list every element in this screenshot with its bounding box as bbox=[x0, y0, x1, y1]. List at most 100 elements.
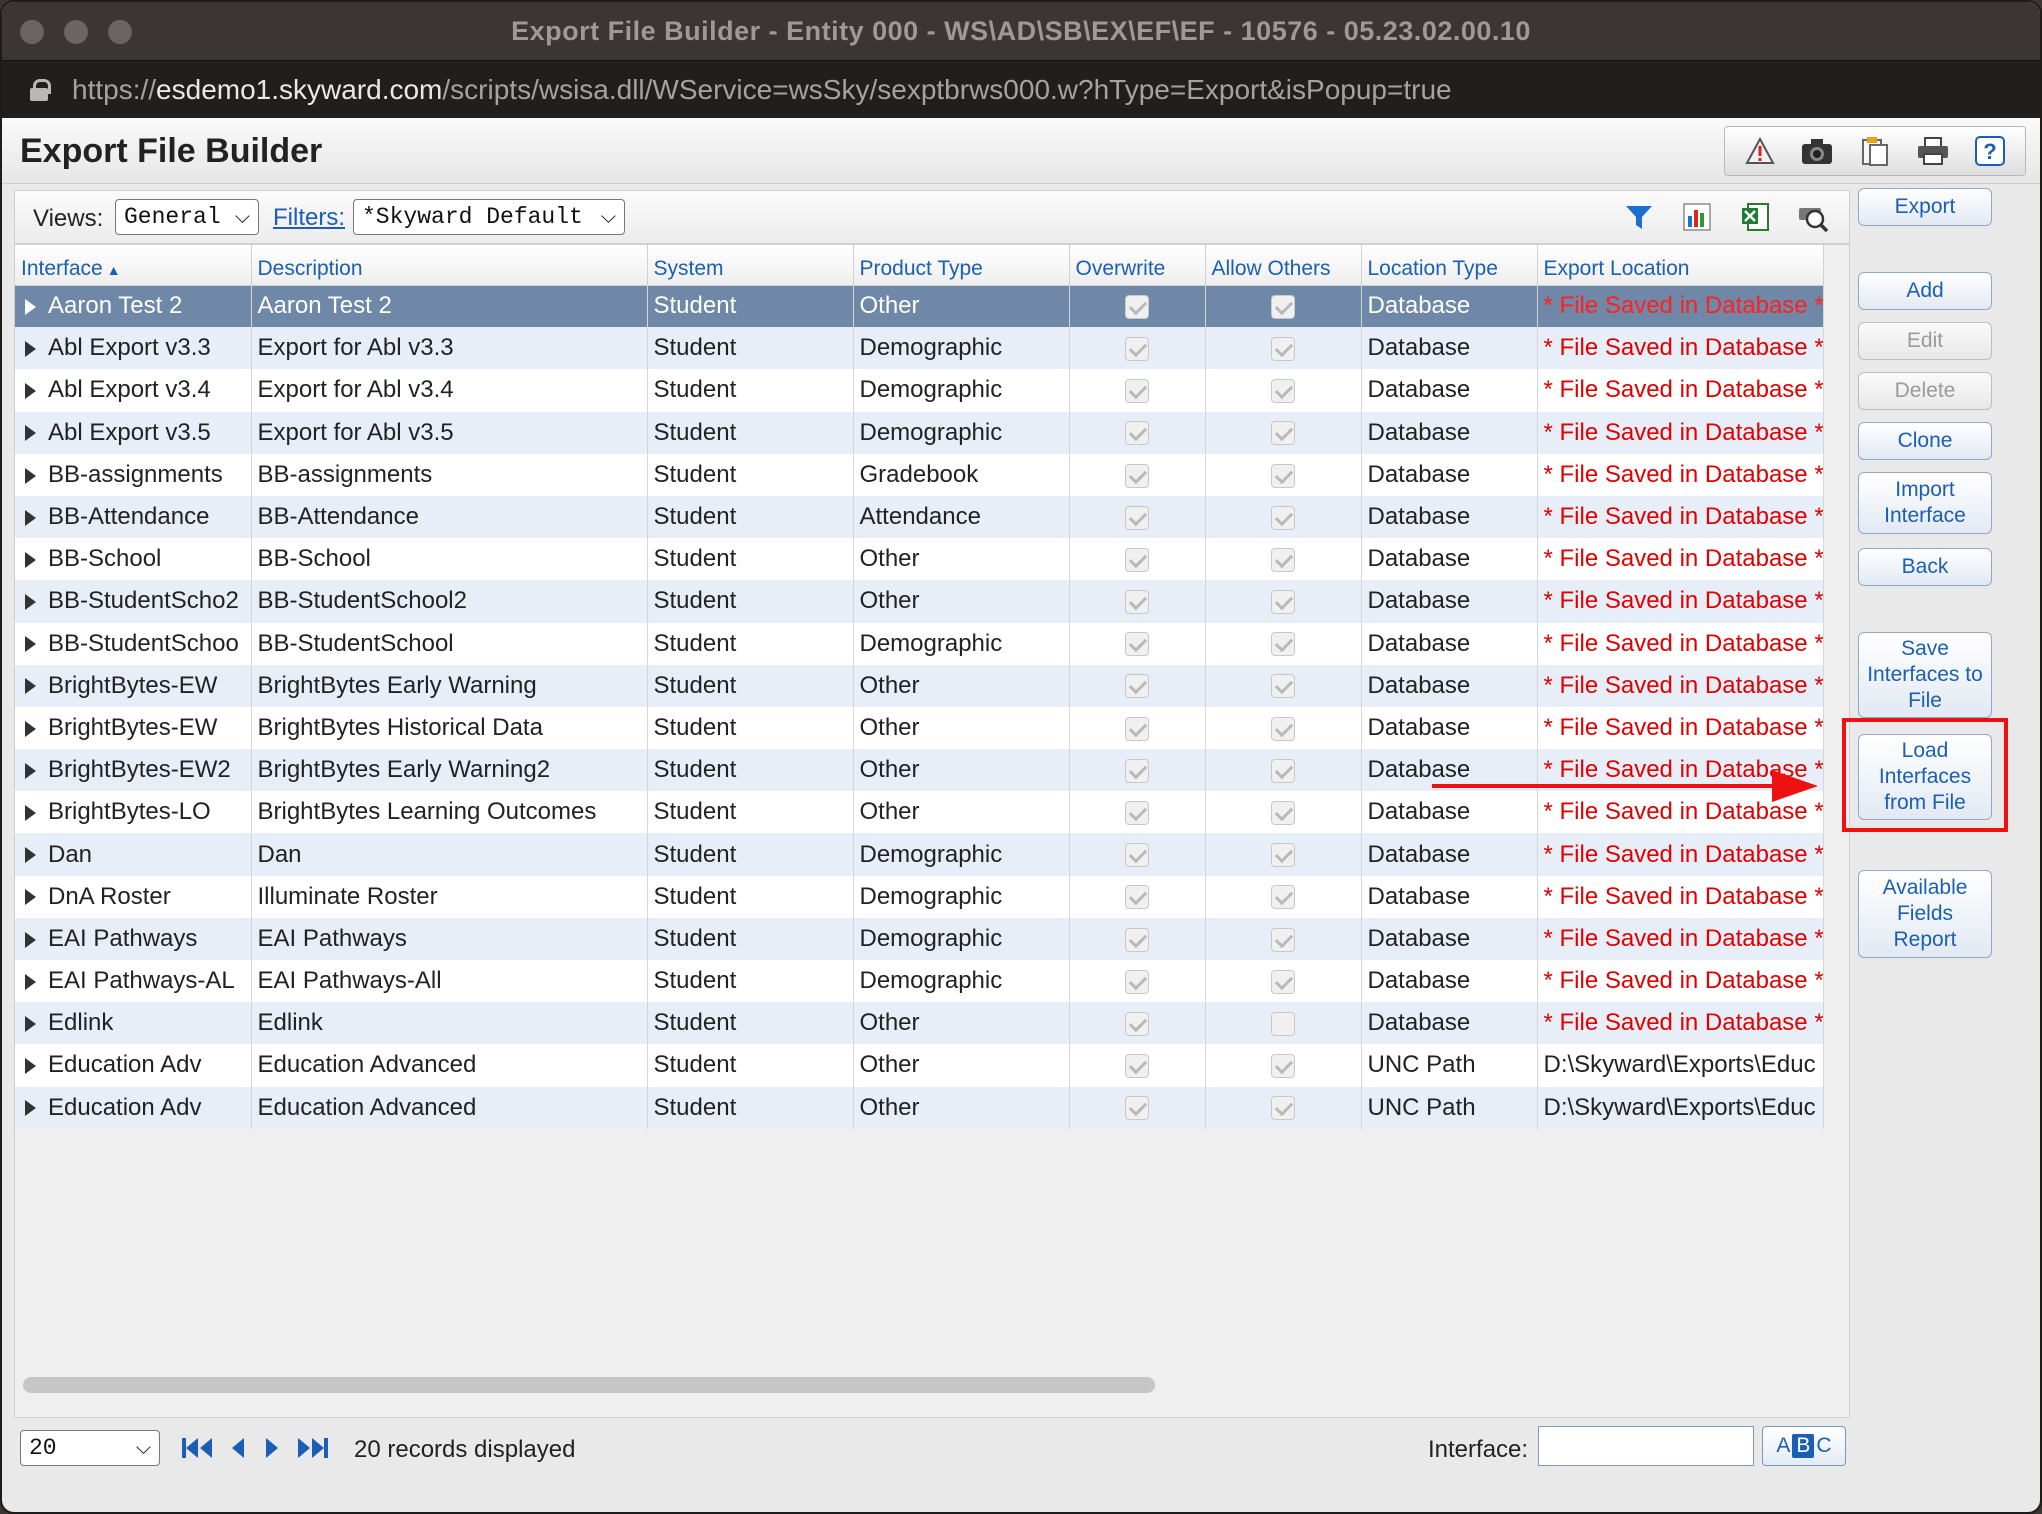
expand-row-icon[interactable] bbox=[25, 383, 36, 400]
clipboard-icon[interactable] bbox=[1858, 134, 1892, 168]
expand-row-icon[interactable] bbox=[25, 678, 36, 695]
column-header-location-type[interactable]: Location Type bbox=[1361, 245, 1538, 286]
expand-row-icon[interactable] bbox=[25, 847, 36, 864]
grid-footer: 20 ⌵ 20 records displayed Interface: A B… bbox=[14, 1418, 1850, 1484]
filters-link[interactable]: Filters: bbox=[273, 204, 345, 232]
interface-cell: Abl Export v3.5 bbox=[15, 411, 252, 454]
product-type-cell: Demographic bbox=[853, 833, 1070, 876]
last-page-icon[interactable] bbox=[294, 1436, 330, 1465]
table-row[interactable]: BB-StudentSchoo BB-StudentSchool Student De… bbox=[15, 622, 1824, 665]
allow-others-cell bbox=[1205, 664, 1362, 707]
table-row[interactable]: Education Adv Education Advanced Student Ot… bbox=[15, 1086, 1824, 1129]
previous-page-icon[interactable] bbox=[230, 1436, 248, 1465]
filters-select-value: *Skyward Default bbox=[362, 204, 583, 230]
expand-row-icon[interactable] bbox=[25, 594, 36, 611]
zoom-window-button[interactable] bbox=[108, 20, 132, 44]
column-header-system[interactable]: System bbox=[647, 245, 854, 286]
table-row[interactable]: DnA Roster Illuminate Roster Student Demogr… bbox=[15, 875, 1824, 918]
column-header-interface[interactable]: Interface ▲ bbox=[15, 245, 252, 286]
table-row[interactable]: BB-Attendance BB-Attendance Student Attenda… bbox=[15, 495, 1824, 539]
export-location-cell: * File Saved in Database * bbox=[1537, 580, 1824, 623]
filters-select[interactable]: *Skyward Default ⌵ bbox=[353, 199, 625, 235]
expand-row-icon[interactable] bbox=[25, 551, 36, 568]
delete-button[interactable]: Delete bbox=[1858, 372, 1992, 410]
table-row[interactable]: Abl Export v3.4 Export for Abl v3.4 Studen… bbox=[15, 369, 1824, 412]
allow-others-cell bbox=[1205, 411, 1362, 454]
overwrite-cell bbox=[1069, 960, 1206, 1003]
expand-row-icon[interactable] bbox=[25, 509, 36, 526]
expand-row-icon[interactable] bbox=[25, 425, 36, 442]
camera-icon[interactable] bbox=[1800, 134, 1834, 168]
expand-row-icon[interactable] bbox=[25, 762, 36, 779]
export-button[interactable]: Export bbox=[1858, 188, 1992, 226]
system-cell: Student bbox=[647, 791, 854, 834]
table-row[interactable]: EAI Pathways-AL EAI Pathways-All Student De… bbox=[15, 960, 1824, 1003]
description-cell: EAI Pathways-All bbox=[251, 960, 648, 1003]
interface-name: Abl Export v3.5 bbox=[48, 418, 211, 446]
available-fields-report-button[interactable]: Available Fields Report bbox=[1858, 870, 1992, 958]
table-row[interactable]: Education Adv Education Advanced Student Ot… bbox=[15, 1044, 1824, 1087]
expand-row-icon[interactable] bbox=[25, 720, 36, 737]
page-size-select[interactable]: 20 ⌵ bbox=[20, 1430, 160, 1466]
horizontal-scrollbar[interactable] bbox=[23, 1377, 1155, 1393]
overwrite-checkbox bbox=[1125, 1096, 1149, 1121]
print-preview-icon[interactable] bbox=[1795, 199, 1831, 235]
table-row[interactable]: BrightBytes-EW BrightBytes Early Warning S… bbox=[15, 664, 1824, 707]
alphabet-search-button[interactable]: A B C bbox=[1762, 1426, 1846, 1466]
import-interface-button[interactable]: Import Interface bbox=[1858, 472, 1992, 534]
column-header-product-type[interactable]: Product Type bbox=[853, 245, 1070, 286]
column-header-overwrite[interactable]: Overwrite bbox=[1069, 245, 1206, 286]
expand-row-icon[interactable] bbox=[25, 299, 36, 315]
filter-icon[interactable] bbox=[1621, 199, 1657, 235]
table-row[interactable]: BB-assignments BB-assignments Student Grade… bbox=[15, 453, 1824, 496]
expand-row-icon[interactable] bbox=[25, 973, 36, 990]
save-interfaces-to-file-button[interactable]: Save Interfaces to File bbox=[1858, 632, 1992, 718]
expand-row-icon[interactable] bbox=[25, 636, 36, 653]
views-select[interactable]: General ⌵ bbox=[115, 199, 259, 235]
column-header-description[interactable]: Description bbox=[251, 245, 648, 286]
table-row[interactable]: BrightBytes-LO BrightBytes Learning Outco… bbox=[15, 791, 1824, 834]
table-row[interactable]: BB-StudentScho2 BB-StudentSchool2 Student O… bbox=[15, 580, 1824, 623]
url-text[interactable]: https://esdemo1.skyward.com/scripts/wsis… bbox=[72, 74, 1452, 106]
alert-icon[interactable] bbox=[1743, 134, 1777, 168]
location-type-cell: Database bbox=[1361, 791, 1538, 834]
print-icon[interactable] bbox=[1916, 134, 1950, 168]
interface-name: EAI Pathways-AL bbox=[48, 967, 235, 995]
minimize-window-button[interactable] bbox=[64, 20, 88, 44]
expand-row-icon[interactable] bbox=[25, 340, 36, 357]
expand-row-icon[interactable] bbox=[25, 467, 36, 484]
table-row[interactable]: Dan Dan Student Demographic Database * File S… bbox=[15, 833, 1824, 876]
interface-cell: BrightBytes-LO bbox=[15, 791, 252, 834]
table-row[interactable]: BrightBytes-EW BrightBytes Historical Dat… bbox=[15, 706, 1824, 750]
overwrite-checkbox bbox=[1125, 927, 1149, 952]
expand-row-icon[interactable] bbox=[25, 931, 36, 948]
system-cell: Student bbox=[647, 327, 854, 370]
address-bar[interactable]: https://esdemo1.skyward.com/scripts/wsis… bbox=[2, 60, 2040, 118]
column-header-allow-others[interactable]: Allow Others bbox=[1205, 245, 1362, 286]
edit-button[interactable]: Edit bbox=[1858, 322, 1992, 360]
table-row[interactable]: Abl Export v3.5 Export for Abl v3.5 Studen… bbox=[15, 411, 1824, 454]
next-page-icon[interactable] bbox=[262, 1436, 280, 1465]
expand-row-icon[interactable] bbox=[25, 1015, 36, 1032]
expand-row-icon[interactable] bbox=[25, 889, 36, 906]
allow-others-cell bbox=[1205, 706, 1362, 750]
chart-icon[interactable] bbox=[1679, 199, 1715, 235]
table-row[interactable]: Abl Export v3.3 Export for Abl v3.3 Studen… bbox=[15, 327, 1824, 370]
close-window-button[interactable] bbox=[20, 20, 44, 44]
help-icon[interactable]: ? bbox=[1973, 134, 2007, 168]
clone-button[interactable]: Clone bbox=[1858, 422, 1992, 460]
table-row[interactable]: Aaron Test 2 Aaron Test 2 Student Other Data… bbox=[15, 285, 1824, 328]
expand-row-icon[interactable] bbox=[25, 1100, 36, 1117]
excel-icon[interactable] bbox=[1737, 199, 1773, 235]
interface-search-input[interactable] bbox=[1538, 1426, 1754, 1466]
column-header-export-location[interactable]: Export Location bbox=[1537, 245, 1824, 286]
first-page-icon[interactable] bbox=[180, 1436, 216, 1465]
expand-row-icon[interactable] bbox=[25, 1058, 36, 1075]
allow-others-cell bbox=[1205, 580, 1362, 623]
table-row[interactable]: BB-School BB-School Student Other Database * … bbox=[15, 538, 1824, 581]
back-button[interactable]: Back bbox=[1858, 548, 1992, 586]
table-row[interactable]: Edlink Edlink Student Other Database * File S… bbox=[15, 1002, 1824, 1045]
table-row[interactable]: EAI Pathways EAI Pathways Student Demograph… bbox=[15, 917, 1824, 960]
expand-row-icon[interactable] bbox=[25, 805, 36, 821]
add-button[interactable]: Add bbox=[1858, 272, 1992, 310]
